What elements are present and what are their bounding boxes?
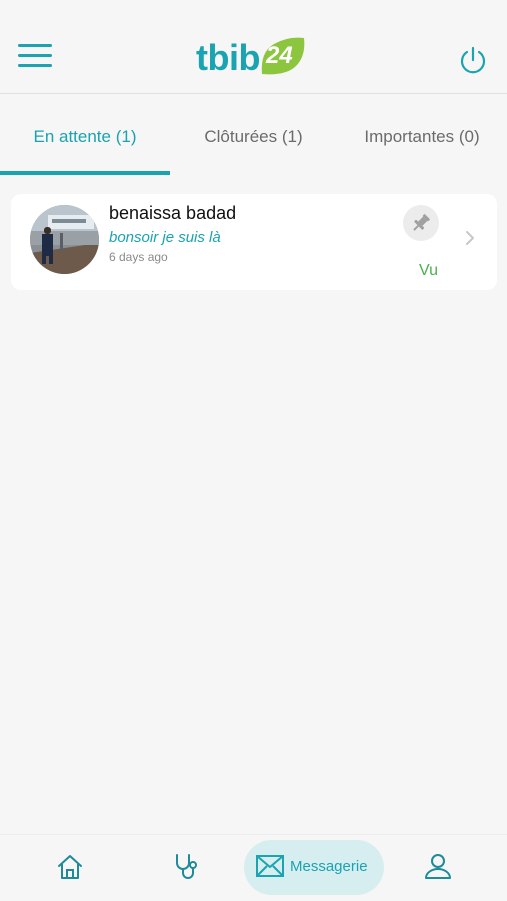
tab-cloturees[interactable]: Clôturées (1) xyxy=(170,95,337,175)
message-time: 6 days ago xyxy=(109,250,168,264)
pin-button[interactable] xyxy=(403,205,439,241)
tab-en-attente[interactable]: En attente (1) xyxy=(0,95,170,175)
home-icon xyxy=(58,855,82,879)
chevron-right-icon xyxy=(466,231,474,245)
tab-bar: En attente (1) Clôturées (1) Importantes… xyxy=(0,95,507,175)
bottom-navigation: Messagerie xyxy=(0,834,507,900)
nav-home[interactable] xyxy=(38,835,102,901)
active-tab-indicator xyxy=(0,171,170,175)
contact-name: benaissa badad xyxy=(109,203,237,223)
tab-importantes[interactable]: Importantes (0) xyxy=(337,95,507,175)
logo-badge: 24 xyxy=(258,34,308,78)
avatar xyxy=(30,205,99,274)
conversation-card[interactable]: benaissa badad bonsoir je suis là 6 days… xyxy=(11,194,497,290)
read-status: Vu xyxy=(419,262,438,279)
power-icon xyxy=(460,46,486,74)
user-icon xyxy=(425,854,451,879)
app-header: tbib 24 xyxy=(0,0,507,94)
last-message: bonsoir je suis là xyxy=(109,229,221,246)
app-logo: tbib 24 xyxy=(196,30,308,80)
nav-messagerie[interactable]: Messagerie xyxy=(244,840,384,895)
nav-consultations[interactable] xyxy=(155,835,219,901)
menu-button[interactable] xyxy=(18,44,52,74)
logo-text: tbib xyxy=(196,37,260,78)
mail-icon xyxy=(256,855,284,877)
stethoscope-icon xyxy=(176,854,197,879)
nav-profile[interactable] xyxy=(406,835,470,901)
logout-button[interactable] xyxy=(457,44,489,76)
hamburger-menu-icon xyxy=(18,44,52,47)
logo-number: 24 xyxy=(265,42,293,69)
pin-icon xyxy=(413,214,430,231)
nav-messagerie-label: Messagerie xyxy=(290,858,368,875)
